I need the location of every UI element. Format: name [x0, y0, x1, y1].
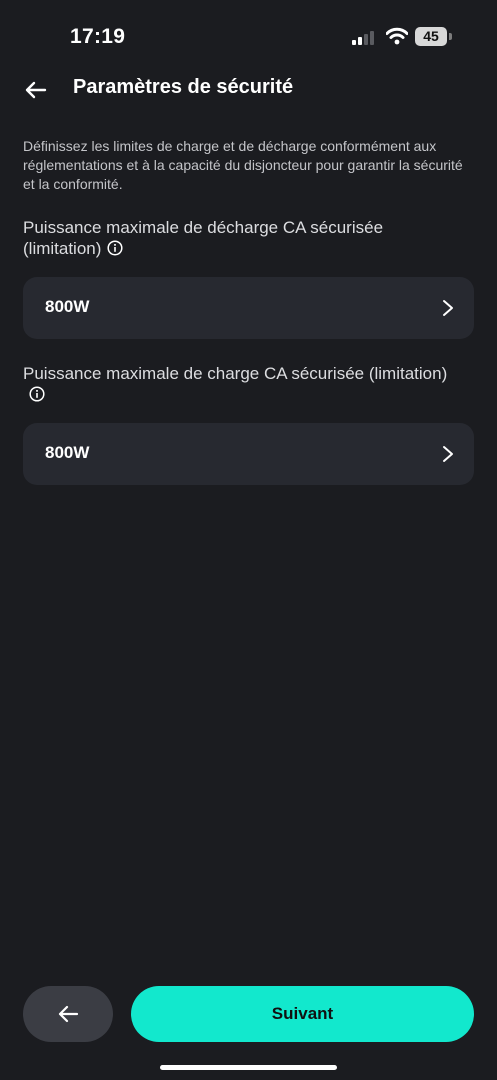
- chevron-right-icon: [443, 300, 453, 316]
- arrow-left-icon: [58, 1005, 79, 1023]
- back-button[interactable]: [20, 74, 52, 106]
- charge-limit-selector[interactable]: 800W: [23, 423, 474, 485]
- arrow-left-icon: [25, 81, 47, 99]
- footer-back-button[interactable]: [23, 986, 113, 1042]
- charge-limit-value: 800W: [45, 443, 90, 462]
- page-title: Paramètres de sécurité: [73, 76, 294, 98]
- discharge-limit-value: 800W: [45, 297, 90, 316]
- wifi-icon: [386, 27, 408, 45]
- home-indicator: [160, 1065, 337, 1070]
- chevron-right-icon: [443, 446, 453, 462]
- header: Paramètres de sécurité: [0, 66, 497, 112]
- status-time: 17:19: [70, 25, 126, 48]
- status-bar: 17:19 45: [0, 0, 497, 70]
- charge-limit-label: Puissance maximale de charge CA sécurisé…: [23, 363, 463, 405]
- info-icon[interactable]: [29, 386, 45, 402]
- battery-level: 45: [415, 27, 447, 46]
- next-button[interactable]: Suivant: [131, 986, 474, 1042]
- battery-icon: 45: [415, 27, 452, 46]
- discharge-limit-label: Puissance maximale de décharge CA sécuri…: [23, 217, 463, 259]
- info-icon[interactable]: [107, 240, 123, 256]
- description-text: Définissez les limites de charge et de d…: [23, 138, 463, 192]
- cellular-signal-icon: [352, 30, 378, 45]
- discharge-limit-label-text: Puissance maximale de décharge CA sécuri…: [23, 218, 384, 258]
- charge-limit-label-text: Puissance maximale de charge CA sécurisé…: [23, 364, 448, 383]
- discharge-limit-selector[interactable]: 800W: [23, 277, 474, 339]
